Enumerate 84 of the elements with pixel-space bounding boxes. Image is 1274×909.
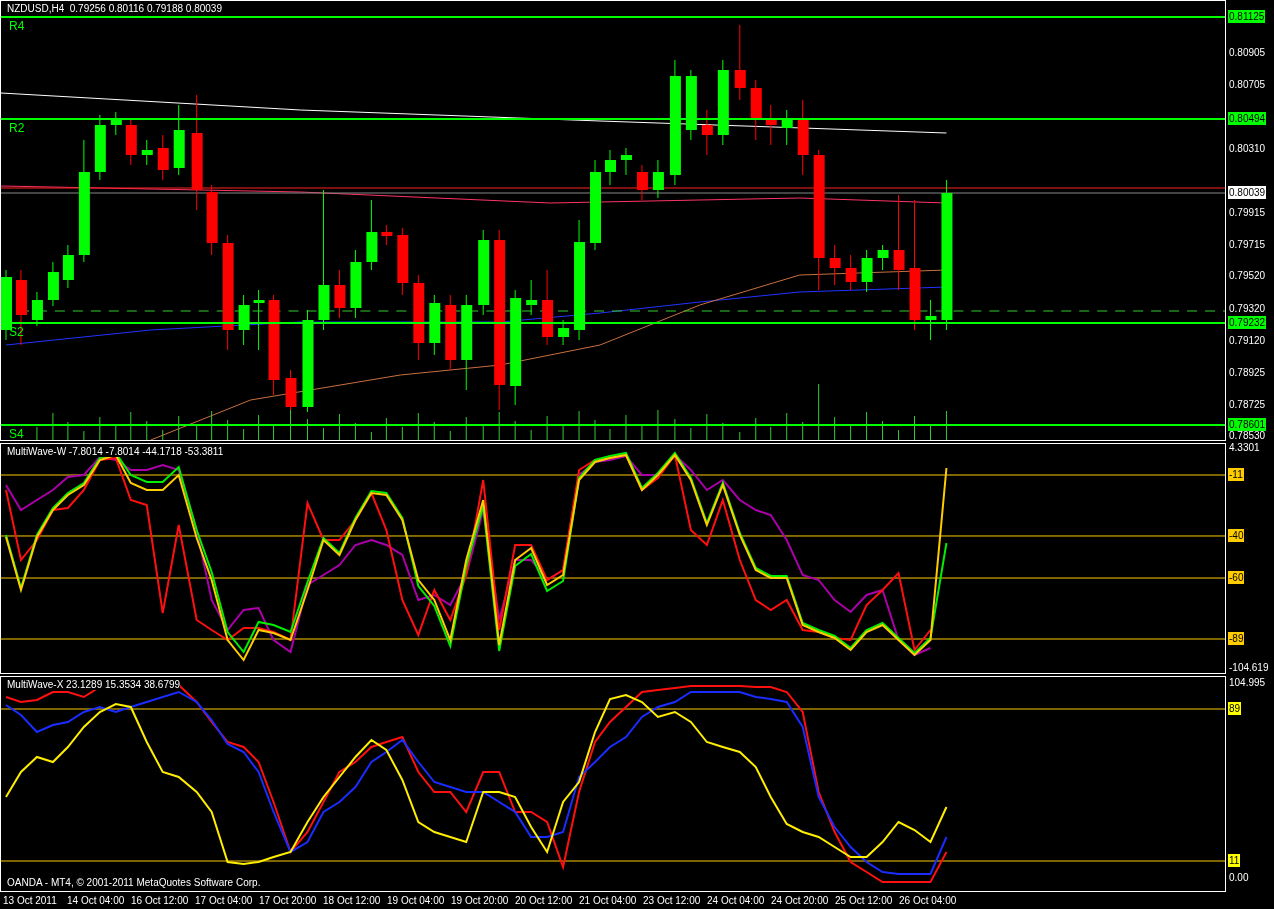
candlestick [94, 114, 106, 181]
price-tick: 0.79915 [1228, 205, 1267, 219]
candlestick [861, 249, 873, 293]
indicator-title: MultiWave-X 23.1289 15.3534 38.6799 [7, 679, 181, 690]
level-label: -11 [1228, 468, 1244, 481]
candlestick [253, 289, 265, 351]
candlestick [350, 249, 362, 319]
level-label: S4 [9, 427, 24, 440]
candlestick [366, 199, 378, 271]
time-label: 13 Oct 2011 [3, 894, 58, 908]
candlestick [877, 244, 889, 271]
time-label: 25 Oct 12:00 [835, 894, 894, 908]
price-tick: 0.78725 [1228, 397, 1267, 411]
axis-label: 0.00 [1228, 871, 1250, 885]
time-label: 24 Oct 04:00 [707, 894, 766, 908]
candlestick [605, 149, 616, 186]
axis-label: 4.3301 [1228, 440, 1261, 454]
price-label: 0.81125 [1228, 10, 1266, 23]
candlestick [1, 269, 12, 341]
candlestick [925, 299, 937, 341]
candlestick [238, 294, 250, 346]
time-label: 26 Oct 04:00 [899, 894, 958, 908]
price-label: 0.78601 [1228, 418, 1267, 431]
price-tick: 0.79120 [1228, 334, 1267, 348]
candlestick [285, 369, 297, 413]
level-label: -40 [1228, 528, 1245, 542]
candlestick [685, 69, 697, 141]
time-label: 24 Oct 20:00 [771, 894, 830, 908]
time-label: 16 Oct 12:00 [131, 894, 190, 908]
candlestick [334, 269, 346, 319]
time-label: 19 Oct 20:00 [451, 894, 510, 908]
level-label: R4 [9, 19, 25, 33]
price-label: 0.80039 [1228, 185, 1267, 199]
price-tick: 0.79320 [1228, 301, 1267, 315]
candlestick [110, 111, 122, 136]
price-tick: 0.80905 [1228, 45, 1267, 59]
candlestick [206, 184, 218, 256]
price-tick: 0.79520 [1228, 269, 1267, 283]
time-label: 17 Oct 04:00 [195, 894, 254, 908]
price-label: 0.80494 [1228, 112, 1267, 125]
time-label: 21 Oct 04:00 [579, 894, 638, 908]
level-label: 89 [1228, 702, 1242, 715]
chart-title: NZDUSD,H4 0.79256 0.80116 0.79188 0.80039 [7, 3, 222, 14]
time-label: 19 Oct 04:00 [387, 894, 446, 908]
candlestick [636, 164, 648, 201]
candlestick [125, 117, 137, 166]
candlestick [429, 294, 441, 356]
time-label: 23 Oct 12:00 [643, 894, 702, 908]
price-tick: 0.78925 [1228, 365, 1267, 379]
candlestick [173, 104, 185, 176]
level-label: -89 [1228, 632, 1245, 645]
candlestick [62, 244, 74, 289]
price-tick: 0.80310 [1228, 141, 1267, 155]
candlestick [526, 279, 538, 316]
axis-label: -104.619 [1228, 660, 1270, 674]
level-label: 11 [1228, 854, 1241, 867]
candlestick [31, 291, 43, 327]
candlestick [381, 224, 393, 246]
candlestick [845, 254, 857, 291]
candlestick [829, 244, 841, 286]
indicator-title: MultiWave-W -7.8014 -7.8014 -44.1718 -53.3811 [7, 446, 224, 457]
level-label: -60 [1228, 571, 1245, 584]
copyright-text: OANDA - MT4, © 2001-2011 MetaQuotes Software Corp. [7, 877, 261, 888]
level-label: R2 [9, 121, 25, 135]
time-label: 18 Oct 12:00 [323, 894, 382, 908]
candlestick [701, 109, 713, 156]
candlestick [621, 147, 632, 176]
candlestick [765, 104, 777, 146]
candlestick [141, 139, 153, 166]
price-tick: 0.80705 [1228, 77, 1267, 91]
candlestick [47, 261, 59, 307]
candlestick [750, 79, 762, 141]
candlestick [781, 109, 793, 146]
candlestick [558, 319, 570, 346]
candlestick [157, 134, 169, 181]
candlestick [397, 227, 409, 296]
price-label: 0.79232 [1228, 316, 1267, 329]
time-label: 14 Oct 04:00 [67, 894, 126, 908]
time-label: 17 Oct 20:00 [259, 894, 318, 908]
time-label: 20 Oct 12:00 [515, 894, 574, 908]
price-tick: 0.78530 [1228, 429, 1267, 443]
price-tick: 0.79715 [1228, 237, 1267, 251]
candlestick [652, 159, 664, 199]
axis-label: 104.995 [1228, 675, 1267, 689]
